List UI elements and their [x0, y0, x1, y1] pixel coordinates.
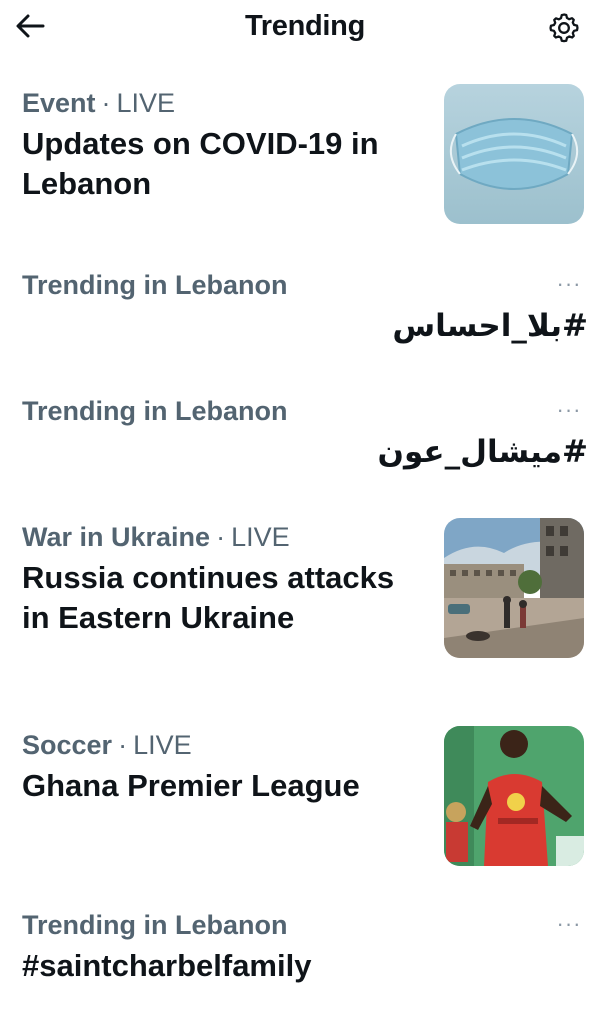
trend-meta: Trending in Lebanon [22, 268, 588, 302]
trend-headline: Ghana Premier League [22, 768, 360, 803]
trend-category: Trending in Lebanon [22, 396, 288, 426]
meta-separator: · [101, 88, 111, 118]
trend-item[interactable]: Trending in Lebanon #saintcharbelfamily [22, 908, 588, 986]
trend-meta: Trending in Lebanon [22, 394, 588, 428]
surgical-mask-image [444, 84, 584, 224]
trend-headline: Russia continues attacks in Eastern Ukra… [22, 560, 395, 635]
top-bar: Trending [0, 0, 610, 60]
soccer-player-image [444, 726, 584, 866]
trend-thumbnail[interactable] [444, 726, 584, 866]
live-label: LIVE [231, 522, 290, 552]
trend-item[interactable]: Trending in Lebanon #ميشال_عون [22, 394, 588, 472]
trend-thumbnail[interactable] [444, 518, 584, 658]
settings-button[interactable] [544, 8, 584, 48]
trend-category: War in Ukraine [22, 522, 211, 552]
trend-item[interactable]: Trending in Lebanon #بلا_احساس [22, 268, 588, 346]
trend-category: Trending in Lebanon [22, 910, 288, 940]
live-label: LIVE [133, 730, 192, 760]
meta-separator: · [216, 522, 226, 552]
trend-category: Soccer [22, 730, 113, 760]
trend-thumbnail[interactable] [444, 84, 584, 224]
page-title: Trending [244, 10, 366, 42]
trend-headline: #بلا_احساس [392, 308, 588, 344]
more-options-button[interactable]: ··· [549, 271, 589, 296]
trend-category: Trending in Lebanon [22, 270, 288, 300]
trend-headline: #saintcharbelfamily [22, 948, 312, 983]
trend-category: Event [22, 88, 96, 118]
gear-icon [549, 13, 579, 43]
trend-headline: Updates on COVID-19 in Lebanon [22, 126, 379, 201]
trend-meta: Trending in Lebanon [22, 908, 588, 942]
meta-separator: · [118, 730, 128, 760]
trend-headline: #ميشال_عون [377, 434, 588, 470]
live-label: LIVE [116, 88, 176, 118]
more-options-button[interactable]: ··· [549, 397, 589, 422]
war-street-image [444, 518, 584, 658]
more-options-button[interactable]: ··· [549, 911, 589, 936]
